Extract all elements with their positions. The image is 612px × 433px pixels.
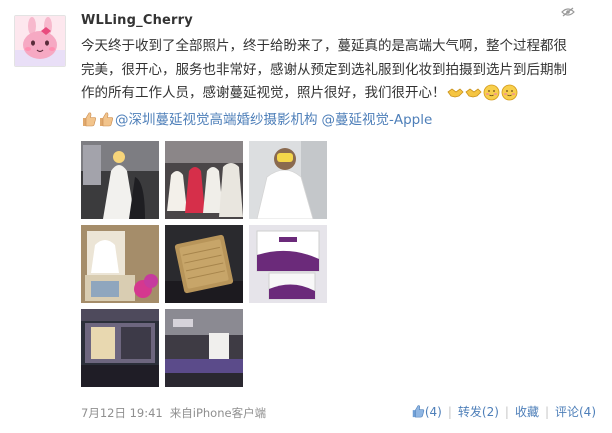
handshake-icon — [464, 84, 482, 101]
action-bar: (4) | 转发(2) | 收藏 | 评论(4) — [411, 403, 596, 420]
photo-thumbnail-8[interactable] — [165, 309, 243, 387]
thumbs-up-icon — [98, 111, 114, 127]
photo-thumbnail-7[interactable] — [81, 309, 159, 387]
username-link[interactable]: WLLing_Cherry — [81, 13, 193, 28]
mention-line: @深圳蔓延视觉高端婚纱摄影机构 @蔓延视觉-Apple — [81, 111, 432, 129]
photo-thumbnail-5[interactable] — [165, 225, 243, 303]
handshake-icon — [446, 84, 464, 101]
post-meta: 7月12日 19:41 来自iPhone客户端 — [81, 405, 266, 421]
photo-thumbnail-6[interactable] — [249, 225, 327, 303]
chevron-down-icon[interactable] — [561, 2, 575, 17]
favorite-button[interactable]: 收藏 — [515, 405, 539, 419]
photo-thumbnail-1[interactable] — [81, 141, 159, 219]
post-source: 来自iPhone客户端 — [169, 406, 267, 420]
repost-button[interactable]: 转发(2) — [458, 405, 499, 419]
avatar[interactable] — [14, 15, 66, 67]
like-count: (4) — [424, 405, 442, 419]
photo-thumbnail-3[interactable] — [249, 141, 327, 219]
photo-thumbnail-4[interactable] — [81, 225, 159, 303]
blush-face-icon — [483, 84, 500, 101]
post-date[interactable]: 7月12日 19:41 — [81, 406, 163, 420]
blush-face-icon — [501, 84, 518, 101]
like-icon — [411, 404, 425, 418]
action-divider: | — [447, 405, 452, 419]
comment-button[interactable]: 评论(4) — [555, 405, 596, 419]
thumbs-up-icon — [81, 111, 97, 127]
mention-link-studio[interactable]: @深圳蔓延视觉高端婚纱摄影机构 — [115, 112, 318, 128]
photo-thumbnail-2[interactable] — [165, 141, 243, 219]
like-button[interactable]: (4) — [411, 405, 442, 419]
mention-link-apple[interactable]: @蔓延视觉-Apple — [322, 112, 433, 128]
action-divider: | — [504, 405, 509, 419]
action-divider: | — [544, 405, 549, 419]
post-text: 今天终于收到了全部照片，终于给盼来了，蔓延真的是高端大气啊，整个过程都很完美，很… — [81, 35, 579, 106]
